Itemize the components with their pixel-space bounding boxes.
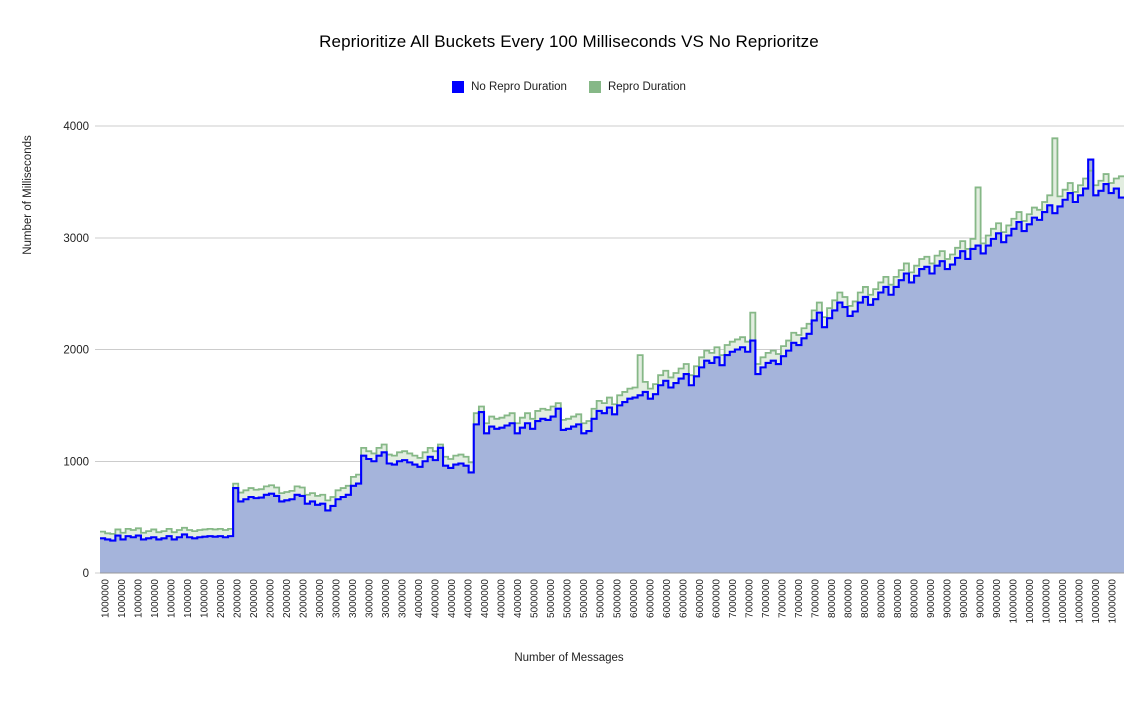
x-tick-label: 6000000: [662, 579, 673, 618]
y-tick-label: 0: [83, 568, 89, 580]
x-tick-label: 10000000: [1042, 579, 1053, 624]
x-tick-label: 5000000: [596, 579, 607, 618]
x-tick-label: 9000000: [943, 579, 954, 618]
x-tick-label: 4000000: [497, 579, 508, 618]
x-tick-label: 4000000: [414, 579, 425, 618]
x-tick-label: 1000000: [117, 579, 128, 618]
x-tick-label: 8000000: [843, 579, 854, 618]
x-tick-label: 3000000: [381, 579, 392, 618]
x-tick-label: 2000000: [249, 579, 260, 618]
x-tick-label: 9000000: [959, 579, 970, 618]
x-tick-label: 4000000: [480, 579, 491, 618]
x-tick-label: 5000000: [563, 579, 574, 618]
x-tick-label: 2000000: [232, 579, 243, 618]
x-tick-label: 2000000: [298, 579, 309, 618]
x-tick-label: 2000000: [282, 579, 293, 618]
chart-container: Reprioritize All Buckets Every 100 Milli…: [0, 0, 1138, 703]
x-tick-label: 3000000: [365, 579, 376, 618]
x-tick-label: 8000000: [910, 579, 921, 618]
x-tick-label: 10000000: [1108, 579, 1119, 624]
x-tick-label: 7000000: [728, 579, 739, 618]
x-tick-label: 9000000: [976, 579, 987, 618]
x-tick-label: 7000000: [777, 579, 788, 618]
x-tick-label: 7000000: [744, 579, 755, 618]
x-tick-label: 9000000: [992, 579, 1003, 618]
x-tick-label: 3000000: [348, 579, 359, 618]
x-tick-label: 6000000: [645, 579, 656, 618]
x-tick-label: 5000000: [530, 579, 541, 618]
x-tick-label: 3000000: [315, 579, 326, 618]
y-tick-label: 1000: [63, 456, 89, 468]
x-tick-label: 8000000: [893, 579, 904, 618]
x-tick-label: 2000000: [216, 579, 227, 618]
x-tick-label: 6000000: [629, 579, 640, 618]
plot-area: 0 1000 2000 3000 4000 1000000 1000000 1000000 10…: [0, 0, 1138, 703]
chart-svg: 010002000300040001000000 1000000 1000000 10…: [63, 121, 1124, 624]
x-tick-label: 10000000: [1025, 579, 1036, 624]
x-tick-label: 8000000: [860, 579, 871, 618]
x-tick-label: 4000000: [431, 579, 442, 618]
x-tick-label: 1000000: [100, 579, 111, 618]
x-tick-label: 10000000: [1009, 579, 1020, 624]
series-layer: [100, 137, 1124, 574]
x-tick-label: 1000000: [183, 579, 194, 618]
y-tick-label: 4000: [63, 121, 89, 133]
x-axis-title: Number of Messages: [514, 652, 624, 664]
x-tick-label: 6000000: [695, 579, 706, 618]
x-tick-label: 1000000: [166, 579, 177, 618]
x-tick-label: 8000000: [827, 579, 838, 618]
x-tick-label: 7000000: [810, 579, 821, 618]
x-tick-label: 1000000: [133, 579, 144, 618]
x-tick-label: 7000000: [761, 579, 772, 618]
x-tick-label: 2000000: [265, 579, 276, 618]
x-tick-label: 4000000: [447, 579, 458, 618]
x-tick-label: 5000000: [546, 579, 557, 618]
y-tick-label: 2000: [63, 345, 89, 357]
y-axis-title: Number of Milliseconds: [22, 135, 34, 255]
x-tick-label: 6000000: [678, 579, 689, 618]
x-tick-label: 8000000: [877, 579, 888, 618]
x-tick-label: 7000000: [794, 579, 805, 618]
x-tick-label: 5000000: [612, 579, 623, 618]
x-tick-label: 3000000: [398, 579, 409, 618]
x-tick-label: 4000000: [513, 579, 524, 618]
x-tick-labels: 1000000 1000000 1000000 1000000 1000000 10000…: [100, 579, 1118, 624]
x-tick-label: 10000000: [1091, 579, 1102, 624]
x-tick-label: 6000000: [711, 579, 722, 618]
x-tick-label: 10000000: [1058, 579, 1069, 624]
x-tick-label: 1000000: [150, 579, 161, 618]
x-tick-label: 9000000: [926, 579, 937, 618]
x-tick-label: 5000000: [579, 579, 590, 618]
x-tick-label: 4000000: [464, 579, 475, 618]
x-tick-label: 1000000: [199, 579, 210, 618]
x-tick-label: 10000000: [1075, 579, 1086, 624]
y-tick-label: 3000: [63, 233, 89, 245]
x-tick-label: 3000000: [331, 579, 342, 618]
no-repro-duration-area: [100, 159, 1124, 573]
